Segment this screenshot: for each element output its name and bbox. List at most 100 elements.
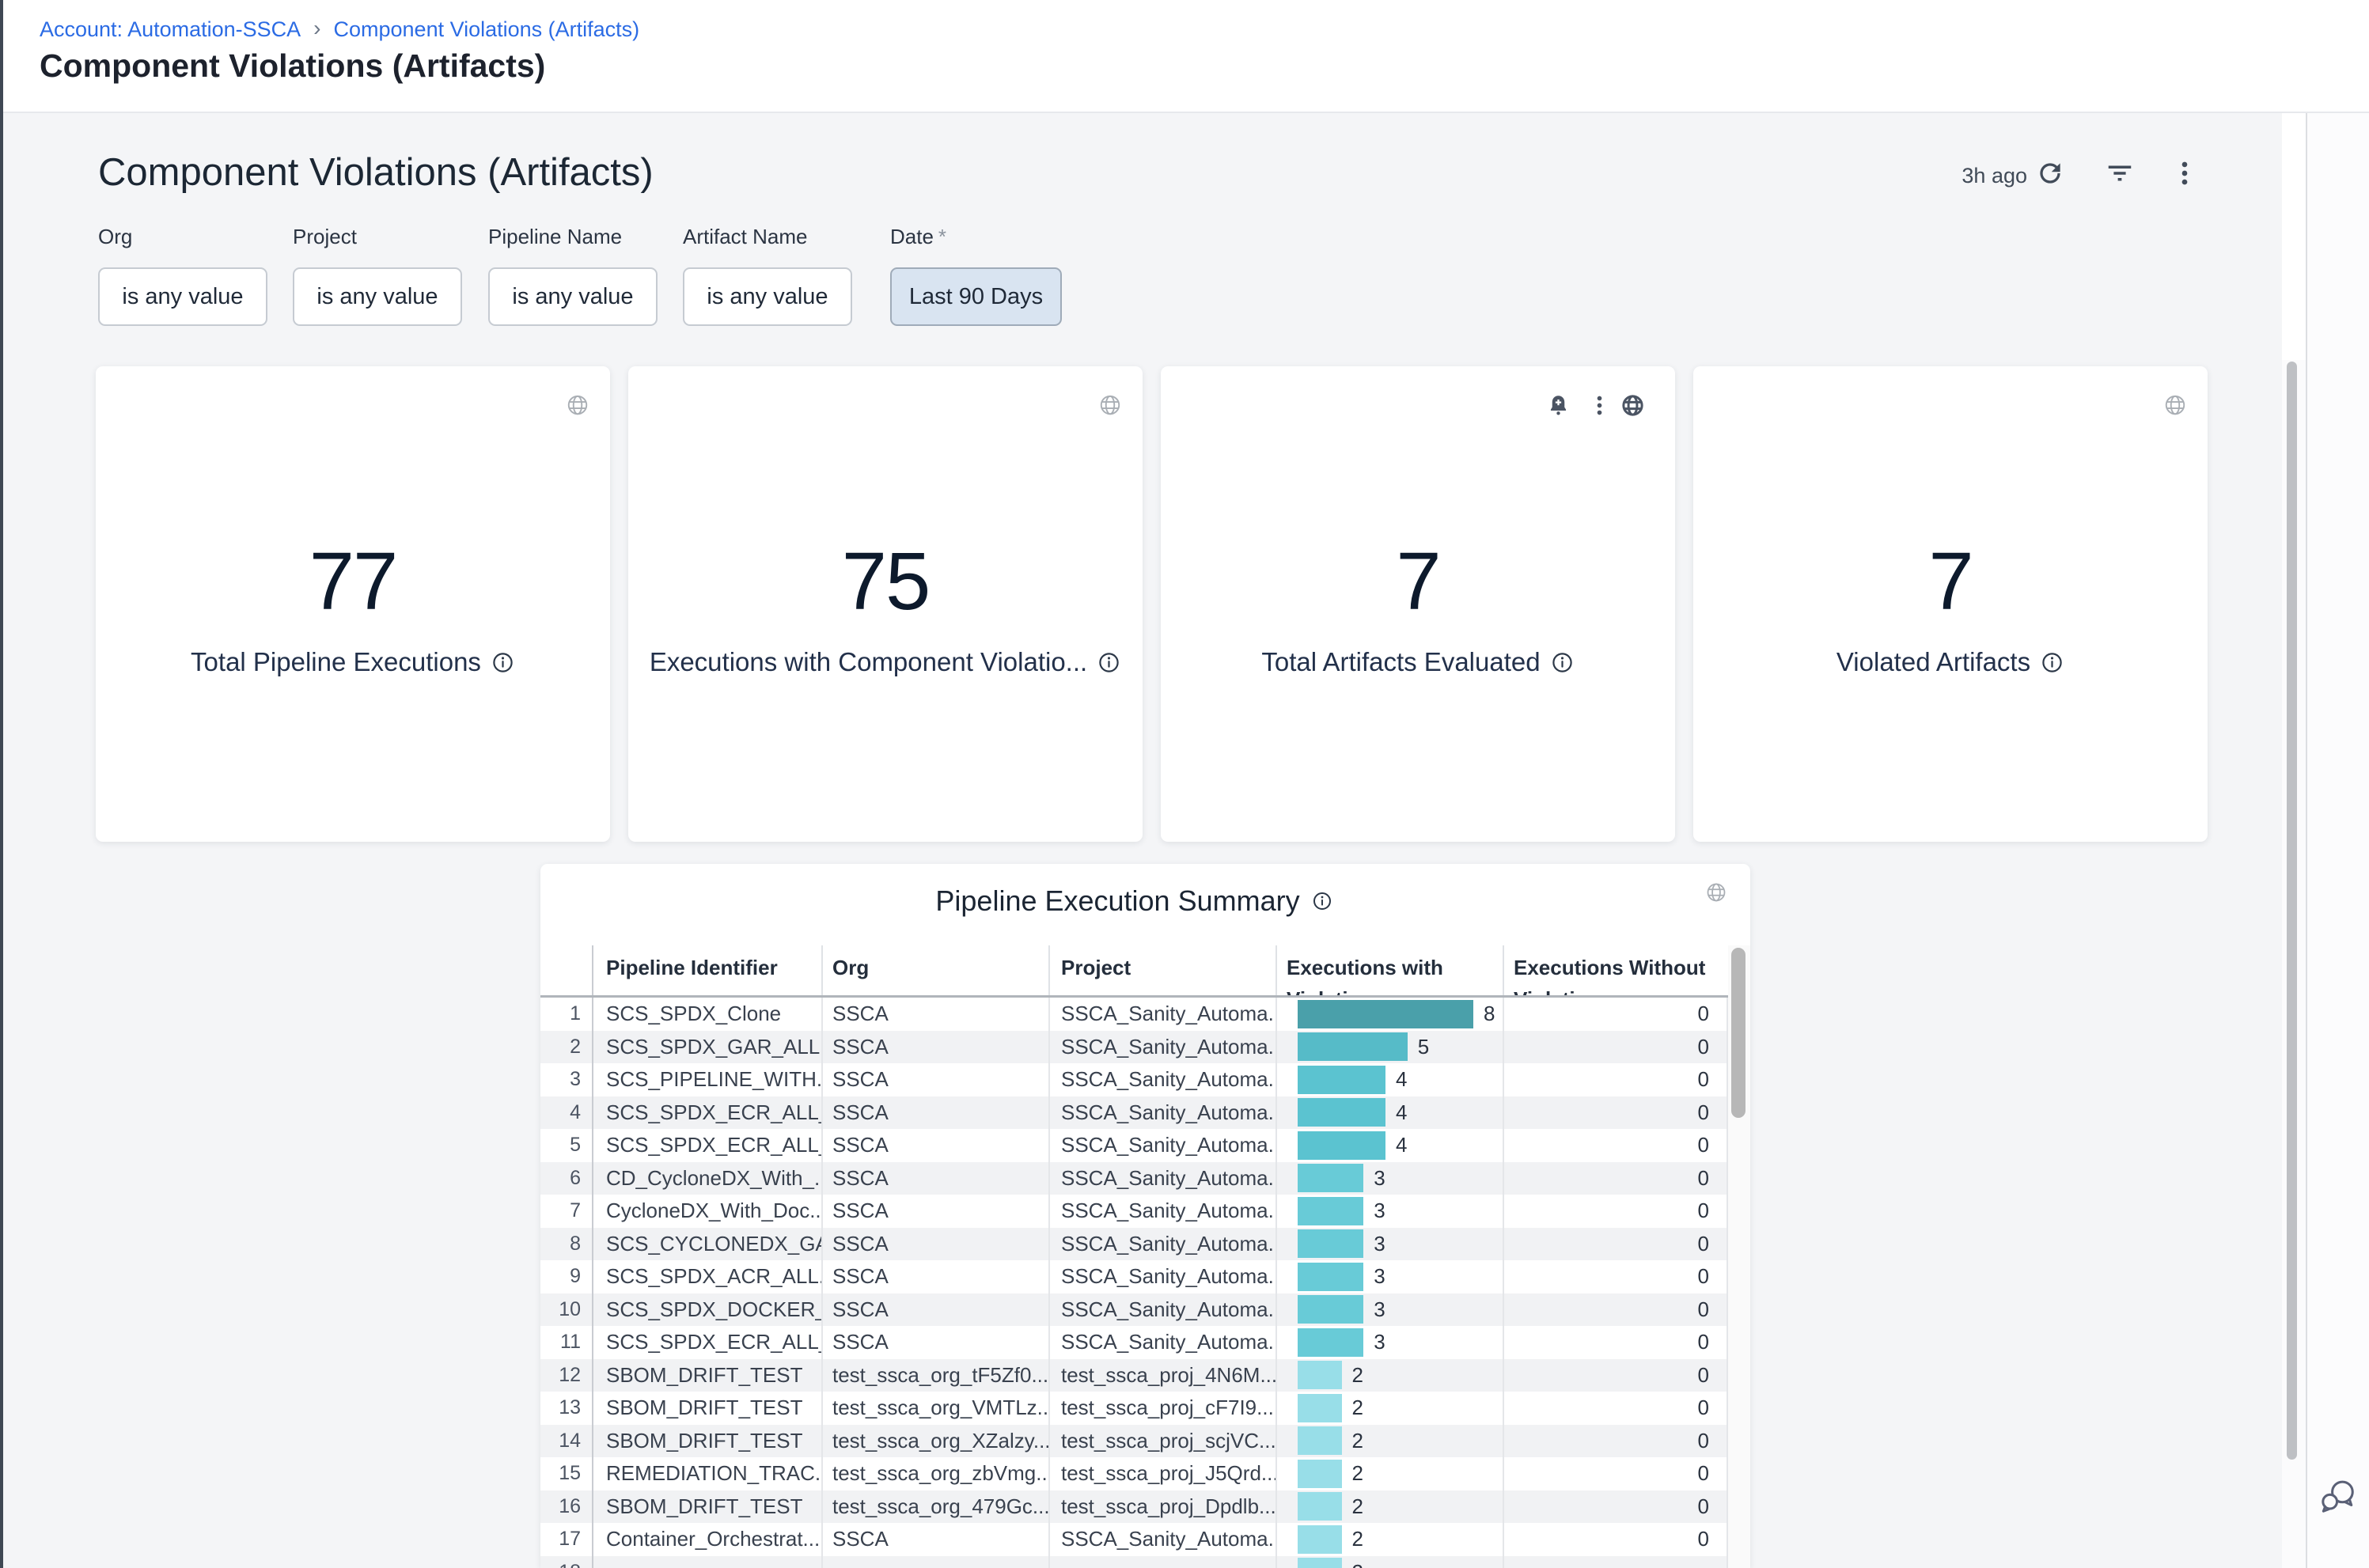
info-icon[interactable] [1097, 650, 1121, 675]
violations-bar[interactable] [1298, 1229, 1363, 1258]
cell-pipeline-identifier: SBOM_DRIFT_TEST [593, 1392, 823, 1425]
row-index: 3 [540, 1063, 593, 1096]
violations-bar[interactable] [1298, 1098, 1385, 1127]
breadcrumb: Account: Automation-SSCA › Component Vio… [40, 17, 639, 42]
cell-pipeline-identifier: SCS_CYCLONEDX_GA... [593, 1228, 823, 1261]
cell-pipeline-identifier: SCS_PIPELINE_WITH... [593, 1063, 823, 1096]
violations-bar[interactable] [1298, 1066, 1385, 1094]
cell-pipeline-identifier: SCS_SPDX_Clone [593, 998, 823, 1031]
cell-org: test_ssca_org_XZalzy... [823, 1425, 1050, 1458]
filter-chip-artifact-name[interactable]: is any value [683, 267, 852, 326]
globe-icon[interactable] [1620, 393, 1645, 418]
filter-chip-project[interactable]: is any value [293, 267, 462, 326]
table-row: 13SBOM_DRIFT_TESTtest_ssca_org_VMTLz...t… [540, 1392, 1728, 1425]
violations-bar-value: 3 [1374, 1232, 1385, 1256]
violations-bar[interactable] [1298, 1361, 1342, 1389]
cell-org: SSCA [823, 1228, 1050, 1261]
filter-chip-org[interactable]: is any value [98, 267, 267, 326]
violations-bar[interactable] [1298, 1460, 1342, 1488]
cell-executions-without-violations: 0 [1504, 1457, 1728, 1490]
table-row: 15REMEDIATION_TRAC...test_ssca_org_zbVmg… [540, 1457, 1728, 1490]
violations-bar[interactable] [1298, 1295, 1363, 1324]
cell-executions-without-violations: 0 [1504, 1293, 1728, 1327]
violations-bar-value: 3 [1374, 1264, 1385, 1289]
table-row: 7CycloneDX_With_Doc...SSCASSCA_Sanity_Au… [540, 1195, 1728, 1228]
globe-icon[interactable] [1098, 393, 1122, 417]
breadcrumb-account-link[interactable]: Account: Automation-SSCA [40, 17, 301, 42]
breadcrumb-current-link[interactable]: Component Violations (Artifacts) [334, 17, 640, 42]
cell-executions-with-violations: 2 [1277, 1392, 1504, 1425]
table-row: 14SBOM_DRIFT_TESTtest_ssca_org_XZalzy...… [540, 1425, 1728, 1458]
row-index: 5 [540, 1129, 593, 1162]
violations-bar-value: 4 [1396, 1133, 1407, 1157]
cell-executions-with-violations: 3 [1277, 1260, 1504, 1293]
cell-project: SSCA_Sanity_Automa... [1050, 1195, 1277, 1228]
violations-bar-value: 4 [1396, 1100, 1407, 1125]
violations-bar[interactable] [1298, 1492, 1342, 1521]
row-index: 6 [540, 1162, 593, 1195]
violations-bar[interactable] [1298, 1000, 1473, 1028]
cell-executions-with-violations: 2 [1277, 1359, 1504, 1392]
violations-bar[interactable] [1298, 1197, 1363, 1225]
info-icon[interactable] [1311, 890, 1333, 912]
filter-chip-pipeline-name[interactable]: is any value [488, 267, 658, 326]
filter-list-icon[interactable] [2105, 158, 2135, 188]
cell-executions-without-violations: 0 [1504, 1031, 1728, 1064]
row-index: 8 [540, 1228, 593, 1261]
cell-executions-without-violations: 0 [1504, 1425, 1728, 1458]
cell-project: test_ssca_proj_Dpdlb... [1050, 1490, 1277, 1524]
metric-label: Total Pipeline Executions [96, 647, 610, 677]
globe-icon[interactable] [1705, 881, 1727, 903]
metric-label: Total Artifacts Evaluated [1161, 647, 1675, 677]
cell-org: SSCA [823, 1031, 1050, 1064]
info-icon[interactable] [1550, 650, 1575, 675]
violations-bar[interactable] [1298, 1131, 1385, 1160]
chat-bubbles-icon[interactable] [2315, 1473, 2360, 1517]
violations-bar[interactable] [1298, 1263, 1363, 1291]
cell-executions-without-violations: 0 [1504, 1260, 1728, 1293]
refresh-icon[interactable] [2035, 158, 2065, 188]
table-row: 6CD_CycloneDX_With_...SSCASSCA_Sanity_Au… [540, 1162, 1728, 1195]
violations-bar[interactable] [1298, 1328, 1363, 1357]
violations-bar[interactable] [1298, 1032, 1408, 1061]
kebab-menu-icon[interactable] [1587, 393, 1612, 418]
info-icon[interactable] [491, 650, 515, 675]
table-row: 2SCS_SPDX_GAR_ALL...SSCASSCA_Sanity_Auto… [540, 1031, 1728, 1064]
cell-org: SSCA [823, 1293, 1050, 1327]
violations-bar-value: 2 [1352, 1429, 1363, 1453]
table-row: 17Container_Orchestrat...SSCASSCA_Sanity… [540, 1523, 1728, 1556]
metric-value: 75 [628, 535, 1143, 628]
cell-org: SSCA [823, 1260, 1050, 1293]
cell-executions-without-violations: 0 [1504, 1195, 1728, 1228]
cell-project: test_ssca_proj_J5Qrd... [1050, 1457, 1277, 1490]
cell-pipeline-identifier: CD_CycloneDX_With_... [593, 1162, 823, 1195]
cell-executions-without-violations: 0 [1504, 1162, 1728, 1195]
kebab-menu-icon[interactable] [2170, 158, 2200, 188]
filter-chip-date[interactable]: Last 90 Days [890, 267, 1062, 326]
cell-project: SSCA_Sanity_Automa... [1050, 1228, 1277, 1261]
cell-project: SSCA_Sanity_Automa... [1050, 1523, 1277, 1556]
row-index: 18 [540, 1556, 593, 1568]
cell-org: SSCA [823, 998, 1050, 1031]
row-index: 15 [540, 1457, 593, 1490]
bell-plus-icon[interactable] [1546, 393, 1571, 418]
row-index: 12 [540, 1359, 593, 1392]
cell-executions-with-violations: 4 [1277, 1129, 1504, 1162]
info-icon[interactable] [2040, 650, 2064, 675]
table-row: 3SCS_PIPELINE_WITH...SSCASSCA_Sanity_Aut… [540, 1063, 1728, 1096]
cell-executions-with-violations: 3 [1277, 1195, 1504, 1228]
violations-bar[interactable] [1298, 1525, 1342, 1554]
violations-bar-value: 3 [1374, 1330, 1385, 1354]
table-scrollbar-thumb[interactable] [1731, 948, 1745, 1118]
globe-icon[interactable] [566, 393, 589, 417]
violations-bar-value: 2 [1352, 1461, 1363, 1486]
row-index: 17 [540, 1523, 593, 1556]
violations-bar[interactable] [1298, 1558, 1342, 1568]
violations-bar[interactable] [1298, 1426, 1342, 1455]
violations-bar-value: 5 [1418, 1035, 1429, 1059]
violations-bar[interactable] [1298, 1164, 1363, 1192]
globe-icon[interactable] [2163, 393, 2187, 417]
violations-bar[interactable] [1298, 1394, 1342, 1422]
violations-bar-value: 3 [1374, 1199, 1385, 1223]
page-scrollbar-thumb[interactable] [2287, 362, 2297, 1460]
